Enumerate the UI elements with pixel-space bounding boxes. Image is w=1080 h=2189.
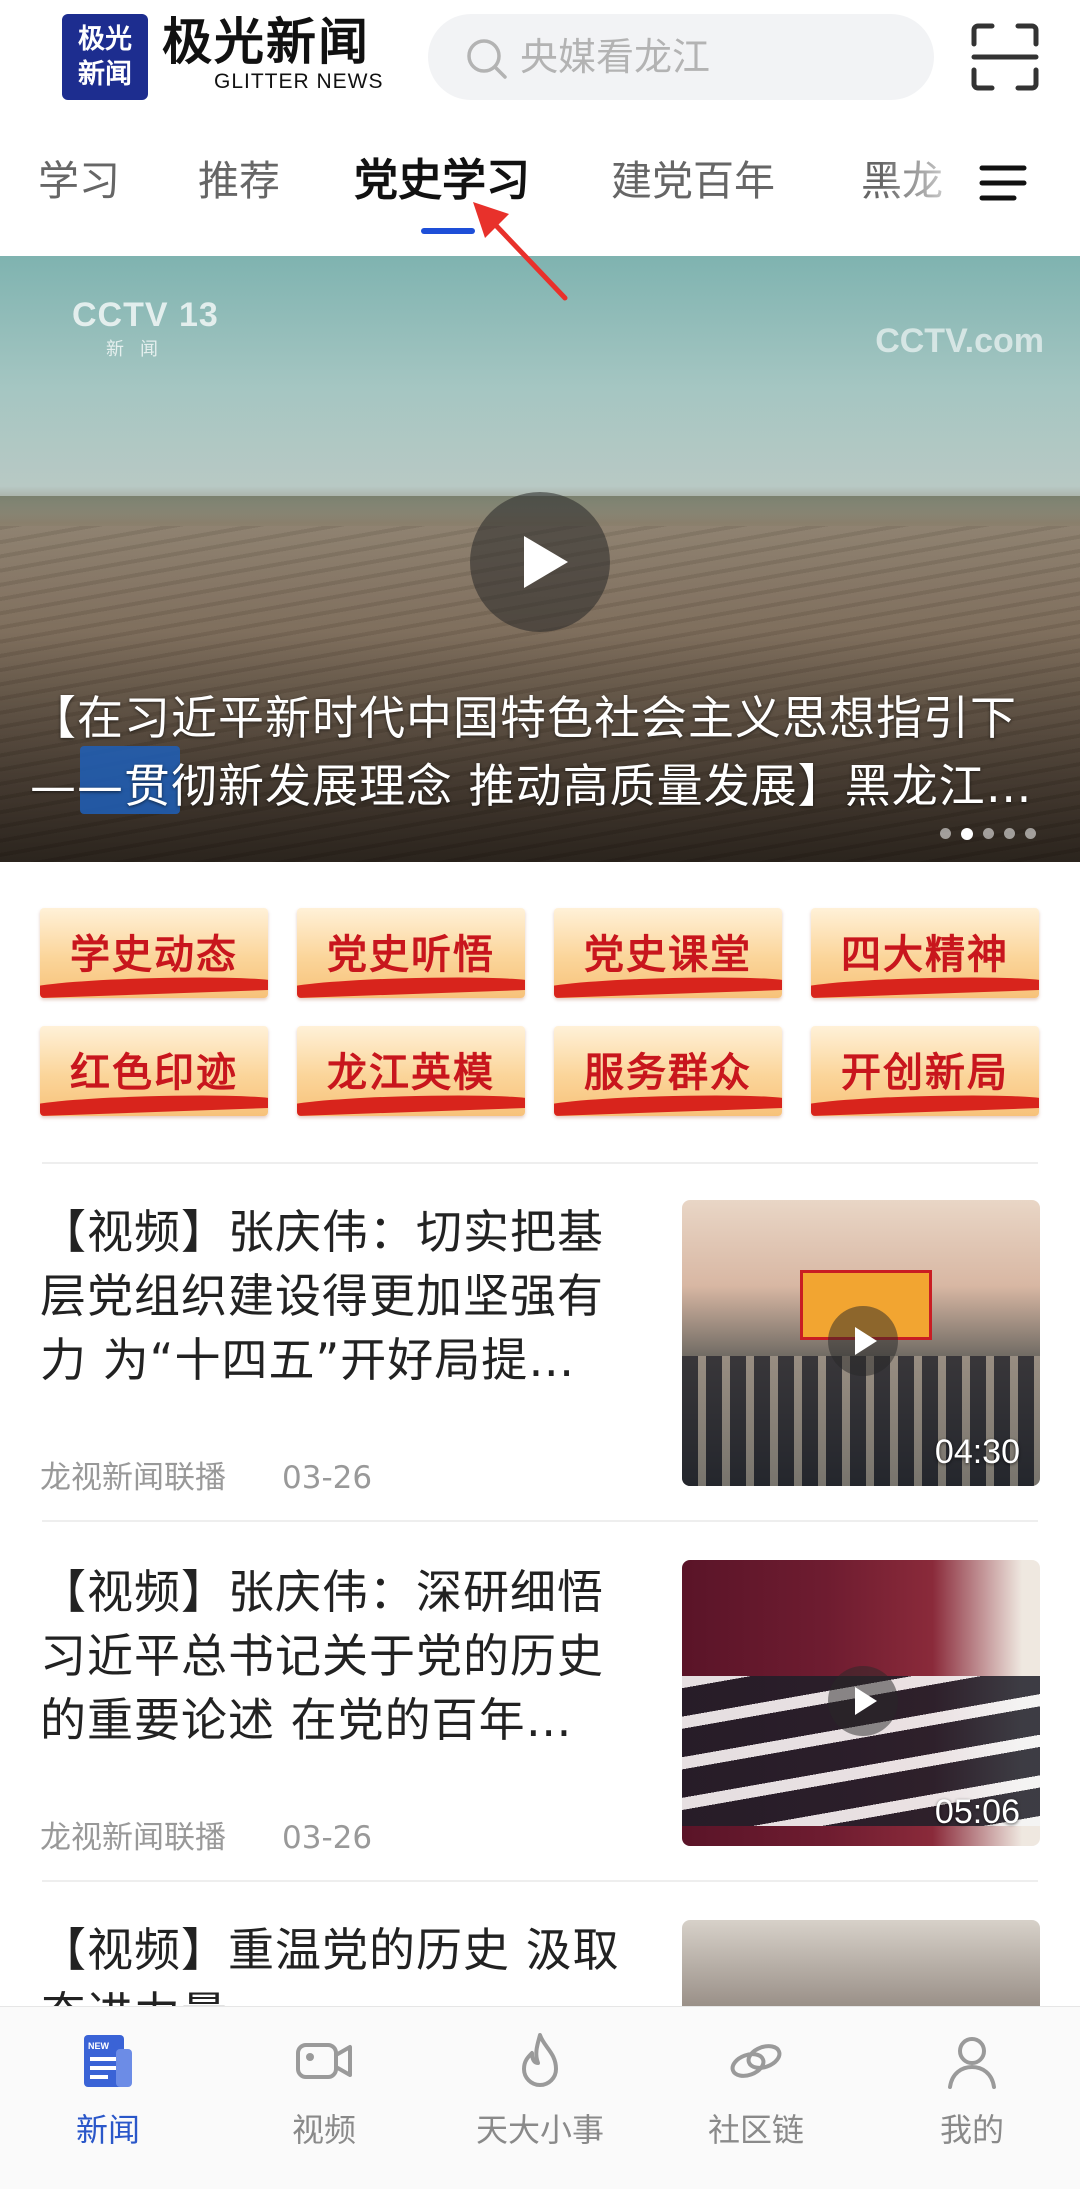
category-button[interactable]: 党史听悟	[297, 908, 525, 998]
app-header: 极光 新闻 极光新闻 GLITTER NEWS 央媒看龙江	[0, 0, 1080, 118]
chain-link-icon	[730, 2044, 782, 2078]
newspaper-icon: NEW	[84, 2035, 132, 2087]
carousel-dot[interactable]	[1025, 828, 1036, 839]
logo-mark-line1: 极光	[78, 24, 132, 55]
search-bar[interactable]: 央媒看龙江	[428, 14, 934, 100]
category-label: 党史课堂	[584, 931, 752, 978]
app-name: 极光新闻	[162, 12, 370, 71]
news-meta: 龙视新闻联播 03-26	[40, 1812, 372, 1857]
category-button[interactable]: 四大精神	[811, 908, 1039, 998]
news-thumbnail[interactable]	[682, 1920, 1040, 2006]
annotation-arrow-icon	[473, 202, 568, 301]
watermark-left-sub: 新闻	[106, 339, 174, 359]
carousel-dots	[940, 828, 1036, 840]
news-thumbnail[interactable]: 05:06	[682, 1560, 1040, 1846]
video-duration: 04:30	[934, 1433, 1020, 1471]
nav-news[interactable]: NEW 新闻	[0, 2029, 216, 2151]
cctv13-watermark: CCTV 13 新闻	[72, 296, 219, 361]
hero-title[interactable]: 【在习近平新时代中国特色社会主义思想指引下——贯彻新发展理念 推动高质量发展】黑…	[30, 684, 1050, 820]
logo-mark-line2: 新闻	[78, 59, 132, 90]
news-date: 03-26	[282, 1820, 373, 1856]
play-icon[interactable]	[828, 1306, 898, 1376]
search-placeholder: 央媒看龙江	[520, 35, 711, 79]
news-title[interactable]: 【视频】张庆伟：切实把基层党组织建设得更加坚强有力 为“十四五”开好局提…	[40, 1200, 650, 1392]
tab-recommend[interactable]: 推荐	[198, 154, 280, 208]
news-source: 龙视新闻联播	[40, 1820, 226, 1856]
carousel-dot[interactable]	[1004, 828, 1015, 839]
category-button[interactable]: 龙江英模	[297, 1026, 525, 1116]
tab-centenary[interactable]: 建党百年	[611, 154, 775, 208]
tab-study[interactable]: 学习	[38, 154, 120, 208]
carousel-dot[interactable]	[983, 828, 994, 839]
play-icon[interactable]	[470, 492, 610, 632]
divider	[42, 1880, 1038, 1882]
carousel-dot-active[interactable]	[961, 828, 973, 840]
category-button[interactable]: 学史动态	[40, 908, 268, 998]
category-label: 开创新局	[841, 1049, 1009, 1096]
divider	[42, 1520, 1038, 1522]
nav-video[interactable]: 视频	[216, 2029, 432, 2151]
nav-label: 社区链	[707, 2111, 804, 2149]
app-name-en: GLITTER NEWS	[214, 70, 384, 93]
category-button[interactable]: 党史课堂	[554, 908, 782, 998]
nav-daily-events[interactable]: 天大小事	[432, 2029, 648, 2151]
category-label: 红色印迹	[70, 1049, 238, 1096]
category-label: 服务群众	[584, 1049, 752, 1096]
category-label: 四大精神	[841, 931, 1009, 978]
bottom-navigation: NEW 新闻 视频 天大小事 社区链 我的	[0, 2006, 1080, 2189]
play-icon[interactable]	[828, 1666, 898, 1736]
category-button[interactable]: 开创新局	[811, 1026, 1039, 1116]
news-thumbnail[interactable]: 04:30	[682, 1200, 1040, 1486]
category-label: 龙江英模	[327, 1049, 495, 1096]
app-logo-mark: 极光 新闻	[62, 14, 148, 100]
category-button[interactable]: 服务群众	[554, 1026, 782, 1116]
nav-label: 新闻	[75, 2111, 140, 2149]
cctv-com-watermark: CCTV.com	[875, 322, 1044, 360]
nav-profile[interactable]: 我的	[864, 2029, 1080, 2151]
news-meta: 龙视新闻联播 03-26	[40, 1452, 372, 1497]
video-camera-icon	[296, 2043, 352, 2079]
nav-label: 视频	[291, 2111, 356, 2149]
category-label: 学史动态	[70, 931, 238, 978]
news-date: 03-26	[282, 1460, 373, 1496]
nav-label: 我的	[939, 2111, 1004, 2149]
hero-video-banner[interactable]: CCTV 13 新闻 CCTV.com 【在习近平新时代中国特色社会主义思想指引…	[0, 256, 1080, 862]
flame-icon	[522, 2033, 558, 2087]
news-title[interactable]: 【视频】重温党的历史 汲取奋进力量	[40, 1918, 650, 2006]
video-duration: 05:06	[934, 1793, 1020, 1831]
nav-label: 天大小事	[475, 2111, 604, 2149]
nav-community[interactable]: 社区链	[648, 2029, 864, 2151]
scan-icon[interactable]	[970, 22, 1040, 92]
watermark-left: CCTV 13	[72, 296, 219, 334]
svg-text:NEW: NEW	[88, 2041, 110, 2051]
divider	[42, 1162, 1038, 1164]
news-title[interactable]: 【视频】张庆伟：深研细悟习近平总书记关于党的历史的重要论述 在党的百年…	[40, 1560, 650, 1752]
category-label: 党史听悟	[327, 931, 495, 978]
tabs-fade	[880, 130, 980, 240]
carousel-dot[interactable]	[940, 828, 951, 839]
category-button[interactable]: 红色印迹	[40, 1026, 268, 1116]
search-icon	[467, 39, 507, 79]
user-icon	[948, 2037, 996, 2089]
news-source: 龙视新闻联播	[40, 1460, 226, 1496]
menu-icon[interactable]	[978, 158, 1028, 208]
